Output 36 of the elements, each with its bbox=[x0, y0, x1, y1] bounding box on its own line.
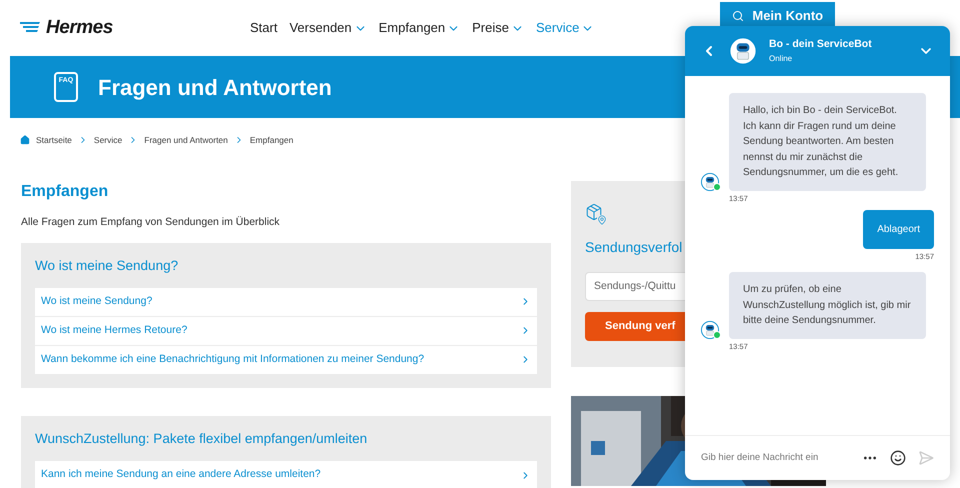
message-input[interactable]: Gib hier deine Nachricht ein bbox=[701, 450, 850, 466]
bot-status: Online bbox=[769, 52, 794, 65]
breadcrumb-link[interactable]: Fragen und Antworten bbox=[144, 134, 228, 147]
bot-message-bubble: Hallo, ich bin Bo - dein ServiceBot. Ich kann dir Fragen rund um deine Sendung beantworten. Am besten nennst du mir zunächst die Sendungsnummer, um die es geht. bbox=[729, 93, 926, 190]
nav-link[interactable]: Versenden bbox=[289, 18, 367, 38]
faq-question-link[interactable]: Wann bekomme ich eine Benachrichtigung mit Informationen zu meiner Sendung? bbox=[35, 346, 537, 374]
home-icon bbox=[20, 135, 30, 146]
nav-link[interactable]: Service bbox=[536, 18, 594, 38]
logo-icon bbox=[20, 21, 42, 35]
robot-avatar-icon bbox=[701, 172, 719, 190]
nav-link[interactable]: Empfangen bbox=[378, 18, 460, 38]
tracking-number-field[interactable]: Sendungs-/Quittu bbox=[585, 272, 685, 301]
faq-section-title: Wo ist meine Sendung? bbox=[35, 256, 180, 275]
user-message-bubble: Ablageort bbox=[863, 210, 934, 249]
robot-avatar-icon bbox=[729, 37, 757, 65]
faq-question-link[interactable]: Wo ist meine Sendung? bbox=[35, 288, 537, 316]
emoji-icon[interactable] bbox=[890, 450, 906, 466]
page-subtitle: Alle Fragen zum Empfang von Sendungen im Überblick bbox=[21, 214, 281, 230]
nav-link[interactable]: Preise bbox=[472, 18, 524, 38]
breadcrumb-link[interactable]: Service bbox=[94, 134, 122, 147]
faq-question-link[interactable]: Wo ist meine Hermes Retoure? bbox=[35, 316, 537, 345]
bot-name: Bo - dein ServiceBot bbox=[769, 37, 873, 52]
bot-message-bubble: Um zu prüfen, ob eine WunschZustellung möglich ist, gib mir bitte deine Sendungsnummer. bbox=[729, 272, 926, 338]
faq-section-title: WunschZustellung: Pakete flexibel empfangen/umleiten bbox=[35, 430, 368, 448]
tracking-title: Sendungsverfol bbox=[585, 238, 682, 257]
breadcrumb-link[interactable]: Startseite bbox=[36, 134, 72, 147]
breadcrumb-link[interactable]: Empfangen bbox=[250, 134, 294, 147]
package-location-icon bbox=[585, 202, 607, 225]
page-title: Empfangen bbox=[21, 182, 110, 202]
robot-avatar-icon bbox=[701, 320, 719, 338]
nav-link[interactable]: Start bbox=[250, 18, 278, 38]
faq-question-link[interactable]: Kann ich meine Sendung an eine andere Adresse umleiten? bbox=[35, 461, 537, 488]
search-icon bbox=[732, 10, 744, 22]
banner-title: Fragen und Antworten bbox=[98, 74, 332, 102]
logo[interactable]: Hermes bbox=[46, 14, 113, 42]
track-shipment-button[interactable]: Sendung verf bbox=[585, 312, 685, 341]
